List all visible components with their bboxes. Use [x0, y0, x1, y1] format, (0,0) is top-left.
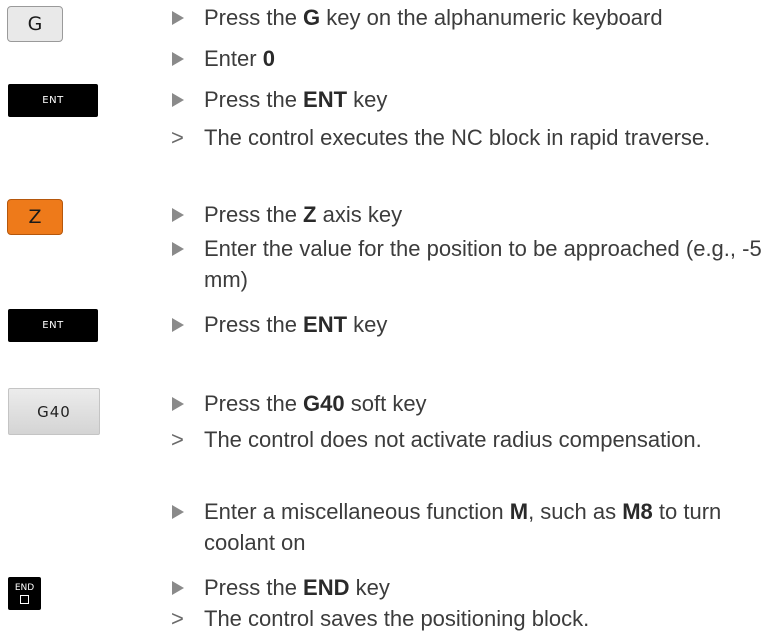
z-axis-key[interactable]: Z — [7, 199, 63, 235]
step-press-ent: Press the ENT key — [168, 84, 768, 115]
g-key[interactable]: G — [7, 6, 63, 42]
step-text: The control executes the NC block in rap… — [204, 125, 711, 150]
step-press-g40: Press the G40 soft key — [168, 388, 768, 419]
step-text: Enter a miscellaneous function M, such a… — [204, 499, 722, 555]
step-text: Enter 0 — [204, 46, 275, 71]
step-press-ent-2: Press the ENT key — [168, 309, 768, 340]
action-triangle-icon — [168, 199, 204, 230]
end-key[interactable]: END — [8, 577, 41, 610]
ent-key[interactable]: ENT — [8, 309, 98, 342]
action-triangle-icon — [168, 309, 204, 340]
action-triangle-icon — [168, 43, 204, 74]
step-text: Press the ENT key — [204, 312, 388, 337]
step-result-rapid-traverse: > The control executes the NC block in r… — [168, 122, 728, 153]
step-press-g: Press the G key on the alphanumeric keyb… — [168, 2, 768, 33]
result-arrow-icon: > — [171, 125, 184, 150]
result-arrow-icon: > — [171, 427, 184, 452]
step-text: The control does not activate radius com… — [204, 427, 702, 452]
step-text: Press the END key — [204, 575, 390, 600]
action-triangle-icon — [168, 233, 204, 264]
step-text: Press the G40 soft key — [204, 391, 427, 416]
step-text: Press the ENT key — [204, 87, 388, 112]
step-result-no-radius-comp: > The control does not activate radius c… — [168, 424, 728, 455]
step-result-saves-block: > The control saves the positioning bloc… — [168, 603, 768, 634]
action-triangle-icon — [168, 572, 204, 603]
step-enter-0: Enter 0 — [168, 43, 768, 74]
step-enter-m-function: Enter a miscellaneous function M, such a… — [168, 496, 768, 558]
step-text: Press the G key on the alphanumeric keyb… — [204, 5, 663, 30]
result-arrow-icon: > — [171, 606, 184, 631]
end-square-icon — [20, 594, 29, 604]
action-triangle-icon — [168, 2, 204, 33]
step-enter-position: Enter the value for the position to be a… — [168, 233, 768, 295]
step-text: The control saves the positioning block. — [204, 606, 590, 631]
step-press-end: Press the END key — [168, 572, 768, 603]
g40-soft-key[interactable]: G40 — [8, 388, 100, 435]
step-text: Enter the value for the position to be a… — [204, 236, 762, 292]
action-triangle-icon — [168, 388, 204, 419]
ent-key[interactable]: ENT — [8, 84, 98, 117]
action-triangle-icon — [168, 84, 204, 115]
action-triangle-icon — [168, 496, 204, 527]
step-press-z: Press the Z axis key — [168, 199, 768, 230]
end-key-label: END — [14, 582, 35, 593]
step-text: Press the Z axis key — [204, 202, 403, 227]
